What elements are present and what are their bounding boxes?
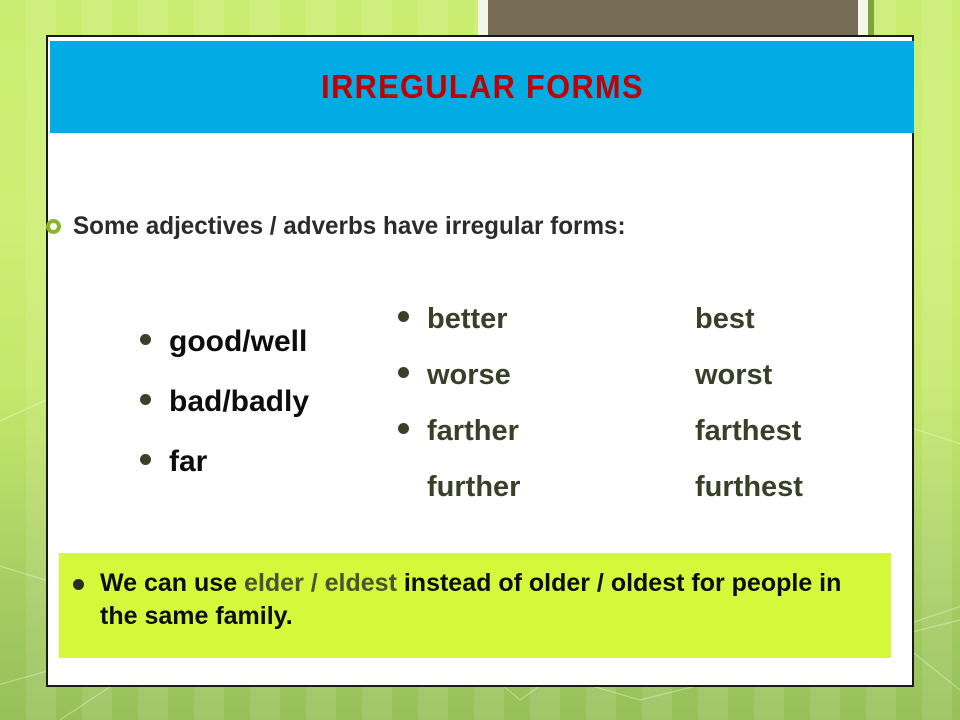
bullet-spacer	[666, 311, 677, 322]
list-item: farther	[398, 417, 638, 457]
superlative-form-label: worst	[695, 359, 773, 391]
list-item: better	[398, 305, 638, 345]
list-item: bad/badly	[140, 387, 440, 427]
bullet-spacer	[398, 479, 409, 490]
comparative-form-label: farther	[427, 415, 519, 447]
comparative-form-label: better	[427, 303, 508, 335]
comparative-form-label: worse	[427, 359, 511, 391]
bullet-spacer	[666, 479, 677, 490]
page-title: IRREGULAR FORMS	[320, 68, 644, 105]
bullet-dot-icon	[398, 423, 409, 434]
forms-columns: good/well bad/badly far better worse far…	[48, 305, 916, 555]
bullet-dot-icon	[73, 579, 84, 590]
comparative-form-label: further	[427, 471, 521, 503]
intro-row: Some adjectives / adverbs have irregular…	[46, 202, 916, 250]
list-item: furthest	[666, 473, 906, 513]
list-item: good/well	[140, 327, 440, 367]
list-item: worst	[666, 361, 906, 401]
note-callout-box: We can use elder / eldest instead of old…	[59, 553, 891, 658]
slide-canvas: IRREGULAR FORMS Some adjectives / adverb…	[0, 0, 960, 720]
list-item: worse	[398, 361, 638, 401]
list-item: further	[398, 473, 638, 513]
content-card: IRREGULAR FORMS Some adjectives / adverb…	[46, 35, 914, 687]
column-comparative-forms: better worse farther further	[398, 305, 638, 529]
bullet-dot-icon	[398, 311, 409, 322]
bullet-spacer	[666, 423, 677, 434]
note-inner: We can use elder / eldest instead of old…	[59, 567, 891, 633]
column-superlative-forms: best worst farthest furthest	[666, 305, 906, 529]
list-item: farthest	[666, 417, 906, 457]
bullet-dot-icon	[140, 334, 151, 345]
bullet-dot-icon	[140, 454, 151, 465]
note-highlight: elder / eldest	[244, 569, 397, 597]
list-item: far	[140, 447, 440, 487]
column-base-forms: good/well bad/badly far	[140, 327, 440, 507]
ring-bullet-icon	[46, 218, 61, 234]
superlative-form-label: farthest	[695, 415, 802, 447]
bullet-dot-icon	[398, 367, 409, 378]
note-lead: We can use	[100, 569, 245, 597]
intro-text: Some adjectives / adverbs have irregular…	[73, 211, 626, 240]
note-text: We can use elder / eldest instead of old…	[100, 567, 860, 633]
bullet-spacer	[666, 367, 677, 378]
base-form-label: far	[169, 445, 208, 478]
base-form-label: bad/badly	[169, 385, 310, 418]
title-bar: IRREGULAR FORMS	[50, 41, 914, 133]
list-item: best	[666, 305, 906, 345]
superlative-form-label: best	[695, 303, 755, 335]
superlative-form-label: furthest	[695, 471, 803, 503]
base-form-label: good/well	[169, 325, 308, 358]
bullet-dot-icon	[140, 394, 151, 405]
